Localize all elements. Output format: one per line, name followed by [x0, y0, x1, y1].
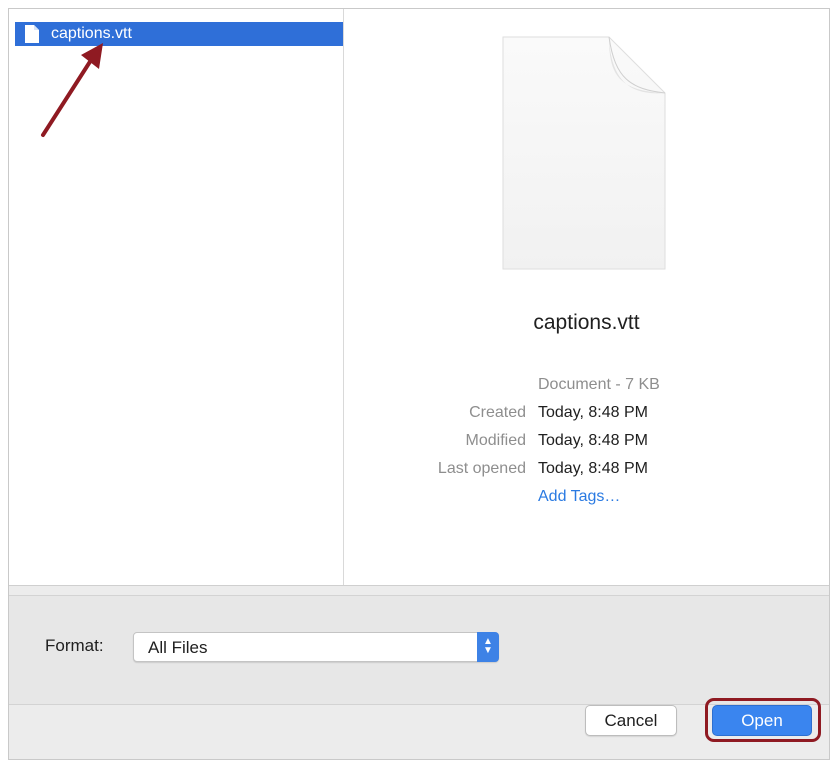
meta-created-value: Today, 8:48 PM [538, 404, 648, 421]
cancel-button[interactable]: Cancel [585, 705, 677, 736]
format-select[interactable]: All Files ▲ ▼ [133, 632, 499, 662]
annotation-arrow [41, 43, 103, 137]
meta-created-key: Created [469, 404, 526, 421]
select-arrows-icon: ▲ ▼ [477, 632, 499, 662]
preview-pane: captions.vtt Document - 7 KB Created Tod… [344, 9, 829, 585]
file-kind: Document - 7 KB [538, 376, 660, 393]
add-tags-link[interactable]: Add Tags… [538, 483, 620, 511]
open-file-dialog: captions.vtt captions.vtt Document - 7 K… [8, 8, 830, 760]
meta-last-opened-value: Today, 8:48 PM [538, 460, 648, 477]
meta-modified-value: Today, 8:48 PM [538, 432, 648, 449]
meta-last-opened-row: Last opened Today, 8:48 PM [344, 455, 829, 483]
file-info: Document - 7 KB Created Today, 8:48 PM M… [344, 371, 829, 511]
meta-tags-row: Add Tags… [344, 483, 829, 511]
file-list: captions.vtt [9, 9, 344, 585]
format-bar: Format: All Files ▲ ▼ [9, 595, 829, 705]
meta-kind-row: Document - 7 KB [344, 371, 829, 399]
open-button[interactable]: Open [712, 705, 812, 736]
file-name: captions.vtt [51, 25, 132, 42]
meta-modified-row: Modified Today, 8:48 PM [344, 427, 829, 455]
document-icon [25, 25, 39, 43]
preview-file-name: captions.vtt [533, 311, 640, 334]
document-preview-icon [502, 36, 666, 270]
format-label: Format: [45, 636, 104, 655]
meta-last-opened-key: Last opened [437, 460, 526, 477]
format-selected-value: All Files [148, 638, 208, 657]
meta-modified-key: Modified [465, 432, 526, 449]
file-browser: captions.vtt captions.vtt Document - 7 K… [9, 9, 829, 586]
meta-created-row: Created Today, 8:48 PM [344, 399, 829, 427]
